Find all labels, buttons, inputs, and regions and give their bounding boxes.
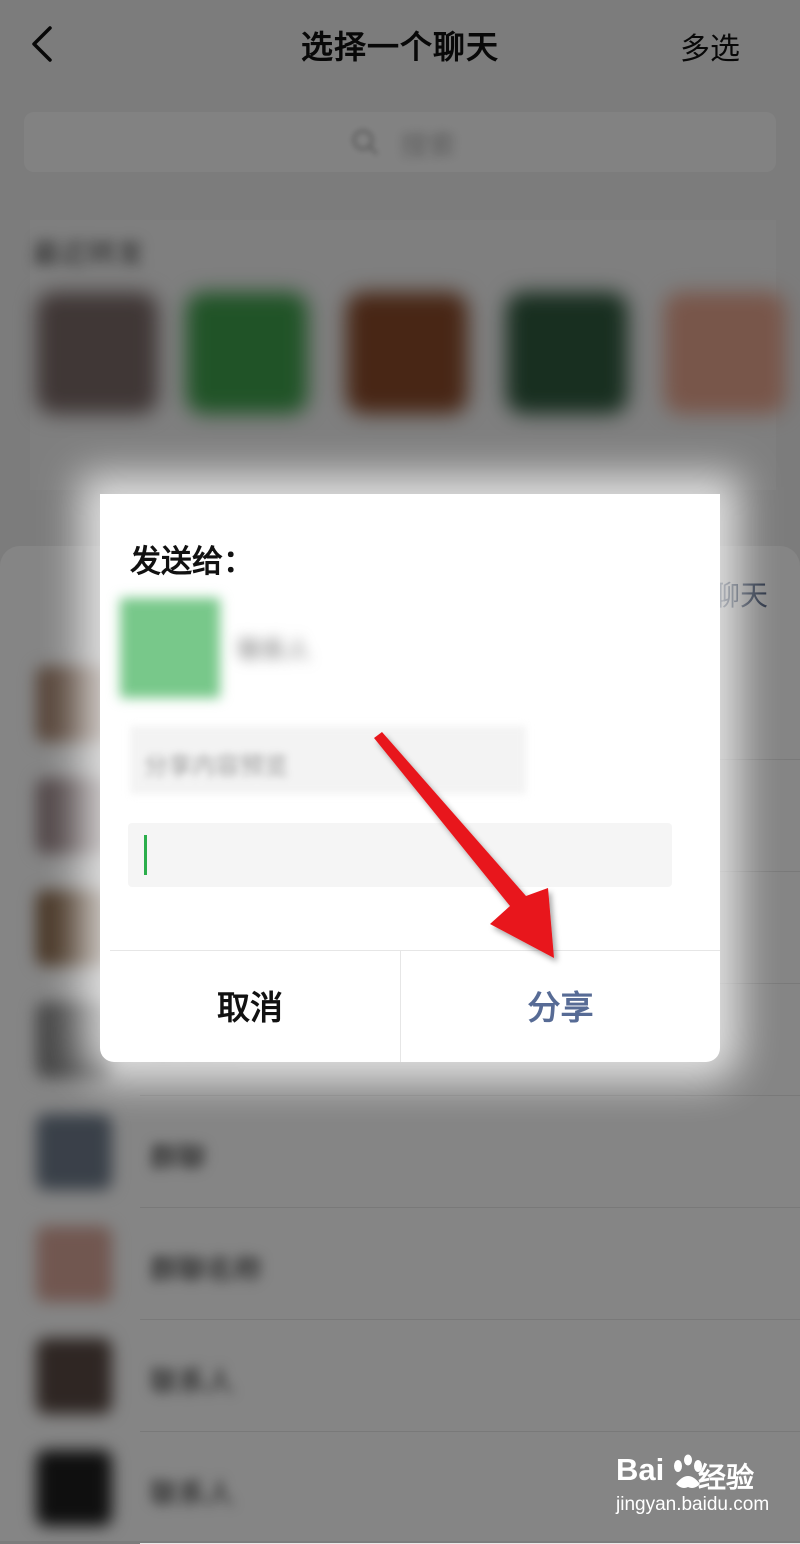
annotation-arrow-icon (374, 732, 554, 958)
watermark-brand: Bai (616, 1452, 665, 1487)
baidu-jingyan-watermark: Bai 经验 jingyan.baidu.com (612, 1452, 769, 1524)
share-preview-text: 分享内容预览 (144, 752, 288, 780)
recipient-avatar (120, 598, 220, 698)
recipient-name: 联系人 (238, 636, 310, 660)
watermark-cn: 经验 (698, 1461, 755, 1494)
recipient: 联系人 (120, 598, 406, 698)
dialog-heading: 发送给： (130, 544, 254, 580)
cancel-button[interactable]: 取消 (100, 951, 400, 1062)
text-cursor (144, 835, 147, 875)
watermark-url: jingyan.baidu.com (616, 1494, 770, 1515)
